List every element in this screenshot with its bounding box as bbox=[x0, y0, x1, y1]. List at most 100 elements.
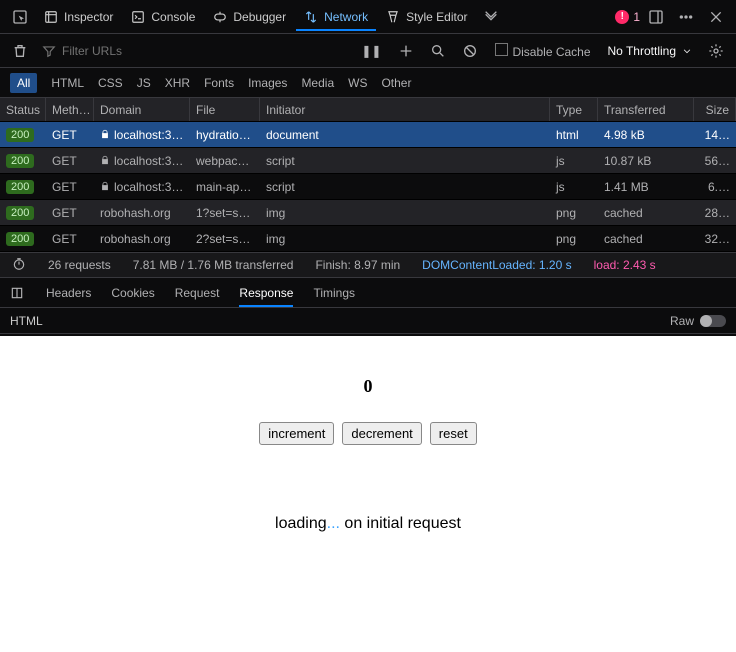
status-bar: 26 requests 7.81 MB / 1.76 MB transferre… bbox=[0, 252, 736, 278]
th-domain[interactable]: Domain bbox=[94, 98, 190, 121]
funnel-icon bbox=[42, 44, 56, 58]
increment-button[interactable]: increment bbox=[259, 422, 334, 445]
table-header: Status Meth… Domain File Initiator Type … bbox=[0, 98, 736, 122]
table-row[interactable]: 200GETrobohash.org1?set=set28imgpngcache… bbox=[0, 200, 736, 226]
cell-initiator: img bbox=[260, 206, 550, 220]
close-icon[interactable] bbox=[702, 3, 730, 31]
th-transferred[interactable]: Transferred bbox=[598, 98, 694, 121]
checkbox-icon bbox=[495, 43, 508, 56]
cell-file: webpack.js bbox=[190, 154, 260, 168]
subtab-cookies[interactable]: Cookies bbox=[111, 279, 154, 307]
status-load: load: 2.43 s bbox=[594, 258, 656, 272]
plus-icon[interactable] bbox=[392, 37, 420, 65]
type-fonts[interactable]: Fonts bbox=[204, 76, 234, 90]
cell-type: js bbox=[550, 154, 598, 168]
th-file[interactable]: File bbox=[190, 98, 260, 121]
tab-network-label: Network bbox=[324, 10, 368, 24]
cell-type: html bbox=[550, 128, 598, 142]
decrement-button[interactable]: decrement bbox=[342, 422, 421, 445]
pointer-icon[interactable] bbox=[6, 3, 34, 31]
cell-initiator: script bbox=[260, 154, 550, 168]
th-method[interactable]: Meth… bbox=[46, 98, 94, 121]
inspector-icon bbox=[44, 10, 58, 24]
filter-placeholder: Filter URLs bbox=[62, 44, 122, 58]
cell-method: GET bbox=[46, 232, 94, 246]
block-icon[interactable] bbox=[456, 37, 484, 65]
more-tabs-icon[interactable] bbox=[477, 3, 505, 31]
th-initiator[interactable]: Initiator bbox=[260, 98, 550, 121]
type-ws[interactable]: WS bbox=[348, 76, 367, 90]
error-count: 1 bbox=[633, 10, 640, 24]
style-icon bbox=[386, 10, 400, 24]
disable-cache-checkbox[interactable]: Disable Cache bbox=[488, 38, 597, 64]
table-row[interactable]: 200GETlocalhost:3…hydration-sdocumenthtm… bbox=[0, 122, 736, 148]
chevron-down-icon bbox=[682, 46, 692, 56]
tab-debugger[interactable]: Debugger bbox=[205, 3, 294, 31]
filter-input[interactable]: Filter URLs bbox=[38, 44, 350, 58]
raw-toggle[interactable]: Raw bbox=[670, 314, 726, 328]
cell-initiator: img bbox=[260, 232, 550, 246]
subtab-response[interactable]: Response bbox=[239, 279, 293, 307]
subtab-request[interactable]: Request bbox=[175, 279, 220, 307]
cell-transferred: cached bbox=[598, 206, 694, 220]
type-all[interactable]: All bbox=[10, 73, 37, 93]
status-dcl: DOMContentLoaded: 1.20 s bbox=[422, 258, 571, 272]
status-badge: 200 bbox=[6, 232, 34, 246]
type-media[interactable]: Media bbox=[301, 76, 334, 90]
cell-transferred: 1.41 MB bbox=[598, 180, 694, 194]
collapse-icon[interactable] bbox=[10, 279, 26, 307]
table-row[interactable]: 200GETrobohash.org2?set=set28imgpngcache… bbox=[0, 226, 736, 252]
throttling-select[interactable]: No Throttling bbox=[602, 44, 698, 58]
table-row[interactable]: 200GETlocalhost:3…webpack.jsscriptjs10.8… bbox=[0, 148, 736, 174]
type-xhr[interactable]: XHR bbox=[165, 76, 190, 90]
dock-icon[interactable] bbox=[642, 3, 670, 31]
th-type[interactable]: Type bbox=[550, 98, 598, 121]
gear-icon[interactable] bbox=[702, 37, 730, 65]
type-css[interactable]: CSS bbox=[98, 76, 123, 90]
type-images[interactable]: Images bbox=[248, 76, 287, 90]
type-filter-bar: All HTML CSS JS XHR Fonts Images Media W… bbox=[0, 68, 736, 98]
disable-cache-label: Disable Cache bbox=[512, 45, 590, 59]
error-badge[interactable]: !1 bbox=[615, 10, 640, 24]
tab-console[interactable]: Console bbox=[123, 3, 203, 31]
cell-domain: localhost:3… bbox=[94, 128, 190, 142]
type-html[interactable]: HTML bbox=[51, 76, 84, 90]
search-icon[interactable] bbox=[424, 37, 452, 65]
status-finish: Finish: 8.97 min bbox=[315, 258, 400, 272]
tab-style[interactable]: Style Editor bbox=[378, 3, 475, 31]
loading-suffix: on initial request bbox=[340, 515, 461, 532]
table-row[interactable]: 200GETlocalhost:3…main-app.jsscriptjs1.4… bbox=[0, 174, 736, 200]
subtab-headers[interactable]: Headers bbox=[46, 279, 91, 307]
debugger-icon bbox=[213, 10, 227, 24]
pause-button[interactable]: ❚❚ bbox=[354, 39, 388, 63]
tab-console-label: Console bbox=[151, 10, 195, 24]
cell-size: 6.… bbox=[694, 180, 736, 194]
type-js[interactable]: JS bbox=[137, 76, 151, 90]
tab-network[interactable]: Network bbox=[296, 3, 376, 31]
throttling-label: No Throttling bbox=[608, 44, 676, 58]
loading-text: loading... on initial request bbox=[0, 515, 736, 533]
switch-icon bbox=[700, 315, 726, 327]
status-badge: 200 bbox=[6, 154, 34, 168]
subtab-timings[interactable]: Timings bbox=[313, 279, 355, 307]
type-other[interactable]: Other bbox=[381, 76, 411, 90]
cell-size: 14… bbox=[694, 128, 736, 142]
th-status[interactable]: Status bbox=[0, 98, 46, 121]
cell-transferred: cached bbox=[598, 232, 694, 246]
overflow-icon[interactable] bbox=[672, 3, 700, 31]
th-size[interactable]: Size bbox=[694, 98, 736, 121]
status-badge: 200 bbox=[6, 128, 34, 142]
cell-domain: localhost:3… bbox=[94, 180, 190, 194]
counter-value: 0 bbox=[0, 376, 736, 397]
cell-type: png bbox=[550, 232, 598, 246]
reset-button[interactable]: reset bbox=[430, 422, 477, 445]
status-transferred: 7.81 MB / 1.76 MB transferred bbox=[133, 258, 294, 272]
cell-domain: localhost:3… bbox=[94, 154, 190, 168]
network-icon bbox=[304, 10, 318, 24]
clear-icon[interactable] bbox=[6, 37, 34, 65]
status-badge: 200 bbox=[6, 180, 34, 194]
tab-inspector[interactable]: Inspector bbox=[36, 3, 121, 31]
cell-type: png bbox=[550, 206, 598, 220]
lock-icon bbox=[100, 155, 110, 165]
stopwatch-icon[interactable] bbox=[12, 257, 26, 274]
